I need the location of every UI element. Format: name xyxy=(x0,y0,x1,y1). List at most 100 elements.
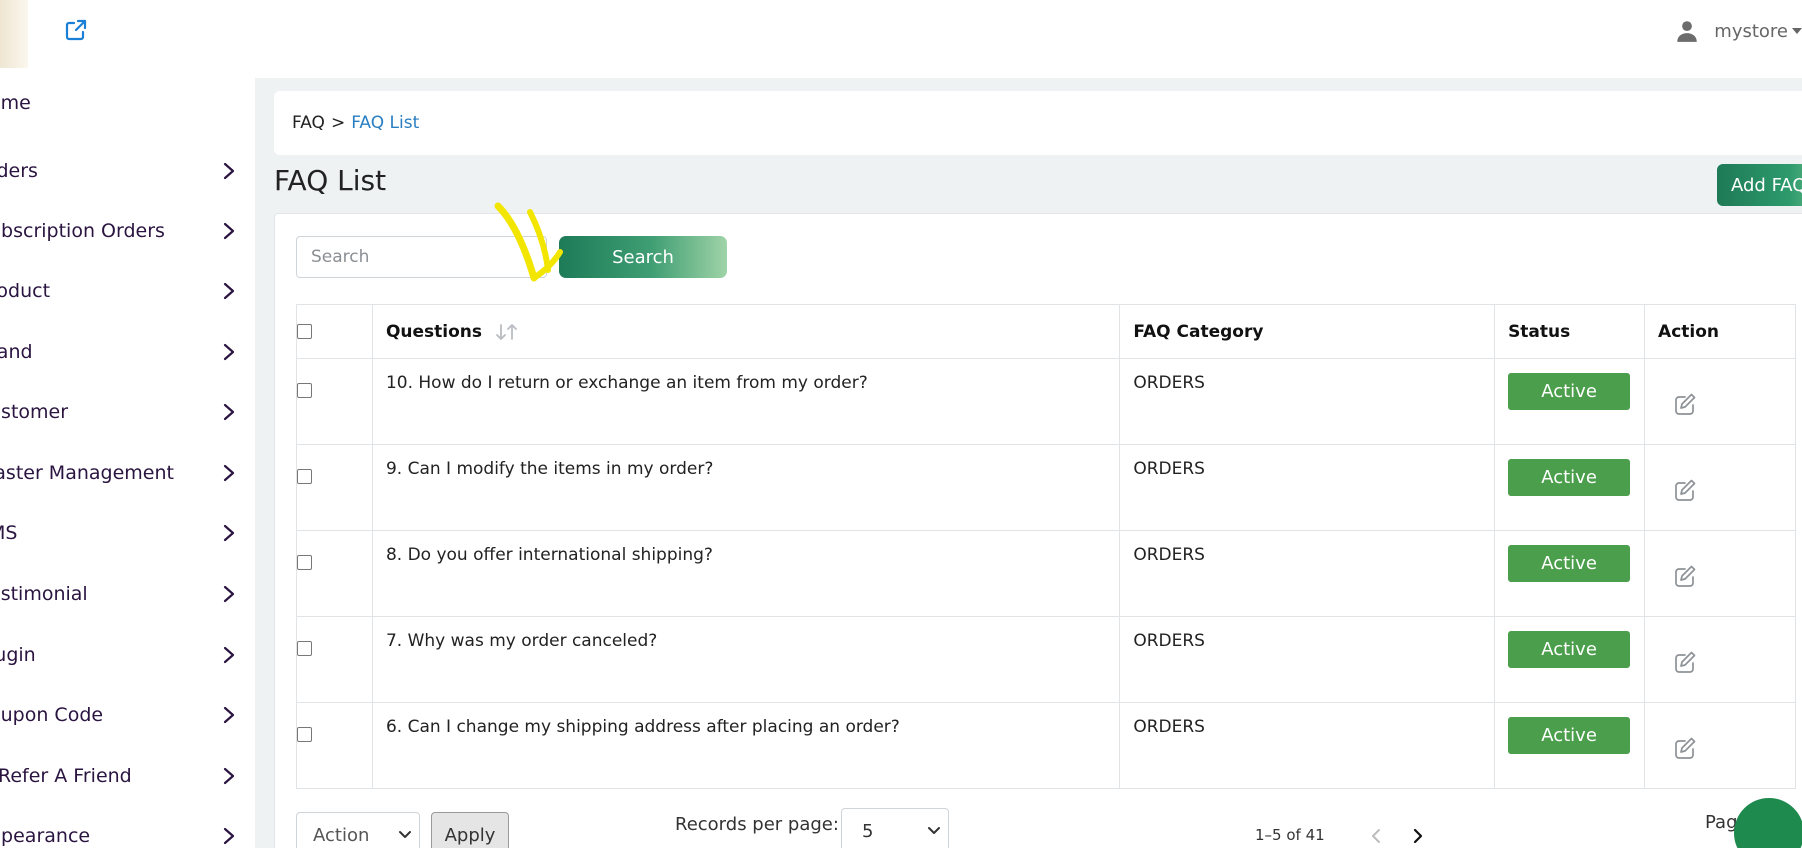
header-faq-category: FAQ Category xyxy=(1119,304,1496,359)
chevron-right-icon xyxy=(223,827,235,845)
row-checkbox-cell xyxy=(296,530,373,617)
row-checkbox[interactable] xyxy=(297,727,312,742)
sidebar-item-orders[interactable]: rders xyxy=(0,151,240,191)
sidebar-item-master-management[interactable]: laster Management xyxy=(0,453,240,493)
faq-table: Questions FAQ Category Status Action 10.… xyxy=(296,304,1796,789)
chevron-down-icon xyxy=(928,827,940,834)
row-checkbox-cell xyxy=(296,702,373,789)
status-cell: Active xyxy=(1494,702,1646,789)
row-checkbox-cell xyxy=(296,358,373,445)
edit-icon[interactable] xyxy=(1672,735,1698,761)
table-row: 6. Can I change my shipping address afte… xyxy=(296,702,1796,789)
table-header-row: Questions FAQ Category Status Action xyxy=(296,304,1796,359)
sidebar-item-subscription-orders[interactable]: ubscription Orders xyxy=(0,211,240,251)
sidebar-item-label: Refer A Friend xyxy=(0,765,132,787)
chevron-right-icon xyxy=(223,585,235,603)
main-content: FAQ > FAQ List FAQ List Add FAQ Search Q… xyxy=(255,78,1802,848)
status-badge[interactable]: Active xyxy=(1508,459,1631,496)
sort-icon[interactable] xyxy=(494,322,520,342)
chevron-right-icon xyxy=(223,464,235,482)
user-icon xyxy=(1677,21,1698,42)
header-action: Action xyxy=(1644,304,1796,359)
status-badge[interactable]: Active xyxy=(1508,631,1631,668)
chevron-right-icon xyxy=(223,222,235,240)
sidebar-item-appearance[interactable]: ppearance xyxy=(0,816,240,848)
sidebar-item-brand[interactable]: rand xyxy=(0,332,240,372)
annotation-arrow-icon xyxy=(494,202,563,282)
table-row: 10. How do I return or exchange an item … xyxy=(296,358,1796,445)
table-row: 9. Can I modify the items in my order? O… xyxy=(296,444,1796,531)
search-button[interactable]: Search xyxy=(559,236,727,278)
category-cell: ORDERS xyxy=(1119,444,1496,531)
status-cell: Active xyxy=(1494,358,1646,445)
action-cell xyxy=(1644,702,1796,789)
bulk-action-select[interactable]: Action xyxy=(296,812,420,848)
sidebar-item-label: roduct xyxy=(0,280,51,302)
edit-icon[interactable] xyxy=(1672,563,1698,589)
row-checkbox[interactable] xyxy=(297,383,312,398)
sidebar-item-cms[interactable]: MS xyxy=(0,513,240,553)
sidebar-item-home[interactable]: ome xyxy=(0,83,240,123)
row-checkbox[interactable] xyxy=(297,469,312,484)
sidebar-item-label: laster Management xyxy=(0,462,174,484)
row-checkbox[interactable] xyxy=(297,555,312,570)
status-cell: Active xyxy=(1494,616,1646,703)
add-faq-button[interactable]: Add FAQ xyxy=(1717,164,1802,206)
top-bar: mystore xyxy=(0,0,1802,78)
select-all-checkbox[interactable] xyxy=(297,323,312,339)
sidebar-item-coupon-code[interactable]: oupon Code xyxy=(0,695,240,735)
chevron-right-icon xyxy=(223,524,235,542)
user-name: mystore xyxy=(1714,20,1788,42)
row-checkbox[interactable] xyxy=(297,641,312,656)
sidebar-item-plugin[interactable]: lugin xyxy=(0,635,240,675)
category-cell: ORDERS xyxy=(1119,702,1496,789)
user-menu[interactable]: mystore xyxy=(1674,16,1802,46)
header-status: Status xyxy=(1494,304,1646,359)
sidebar-item-refer-a-friend[interactable]: Refer A Friend xyxy=(0,756,240,796)
faq-list-card: Search Questions FAQ Category xyxy=(274,202,1802,848)
chevron-right-icon xyxy=(223,343,235,361)
chevron-down-icon xyxy=(399,831,411,838)
status-badge[interactable]: Active xyxy=(1508,373,1631,410)
action-cell xyxy=(1644,616,1796,703)
sidebar-item-testimonial[interactable]: estimonial xyxy=(0,574,240,614)
status-badge[interactable]: Active xyxy=(1508,717,1631,754)
records-per-page-value: 5 xyxy=(862,820,874,842)
header-questions[interactable]: Questions xyxy=(371,304,1121,359)
edit-icon[interactable] xyxy=(1672,649,1698,675)
chevron-right-icon xyxy=(223,706,235,724)
question-cell: 8. Do you offer international shipping? xyxy=(371,530,1121,617)
records-per-page-select[interactable]: 5 xyxy=(841,808,949,848)
page-title: FAQ List xyxy=(274,164,387,197)
table-row: 7. Why was my order canceled? ORDERS Act… xyxy=(296,616,1796,703)
chevron-right-icon xyxy=(223,646,235,664)
sidebar-item-label: ubscription Orders xyxy=(0,220,165,242)
action-cell xyxy=(1644,444,1796,531)
sidebar-item-label: estimonial xyxy=(0,583,88,605)
pagination-range: 1–5 of 41 xyxy=(1255,826,1325,844)
status-badge[interactable]: Active xyxy=(1508,545,1631,582)
sidebar: ome rders ubscription Orders roduct rand… xyxy=(0,78,255,848)
edit-icon[interactable] xyxy=(1672,391,1698,417)
question-cell: 10. How do I return or exchange an item … xyxy=(371,358,1121,445)
row-checkbox-cell xyxy=(296,616,373,703)
sidebar-item-product[interactable]: roduct xyxy=(0,271,240,311)
apply-button[interactable]: Apply xyxy=(431,812,509,848)
breadcrumb-root[interactable]: FAQ xyxy=(292,113,325,133)
sidebar-item-customer[interactable]: ustomer xyxy=(0,392,240,432)
chevron-left-icon[interactable] xyxy=(1369,826,1383,846)
sidebar-item-label: oupon Code xyxy=(0,704,104,726)
status-cell: Active xyxy=(1494,530,1646,617)
question-cell: 7. Why was my order canceled? xyxy=(371,616,1121,703)
external-link-icon[interactable] xyxy=(64,18,88,42)
chevron-right-icon xyxy=(223,282,235,300)
breadcrumb-current[interactable]: FAQ List xyxy=(351,113,419,133)
chevron-right-icon[interactable] xyxy=(1411,826,1425,846)
bulk-action-value: Action xyxy=(313,824,370,846)
records-per-page-label: Records per page: xyxy=(675,814,839,835)
category-cell: ORDERS xyxy=(1119,358,1496,445)
edit-icon[interactable] xyxy=(1672,477,1698,503)
header-checkbox-cell xyxy=(296,304,373,359)
question-cell: 9. Can I modify the items in my order? xyxy=(371,444,1121,531)
store-logo[interactable] xyxy=(0,0,28,68)
